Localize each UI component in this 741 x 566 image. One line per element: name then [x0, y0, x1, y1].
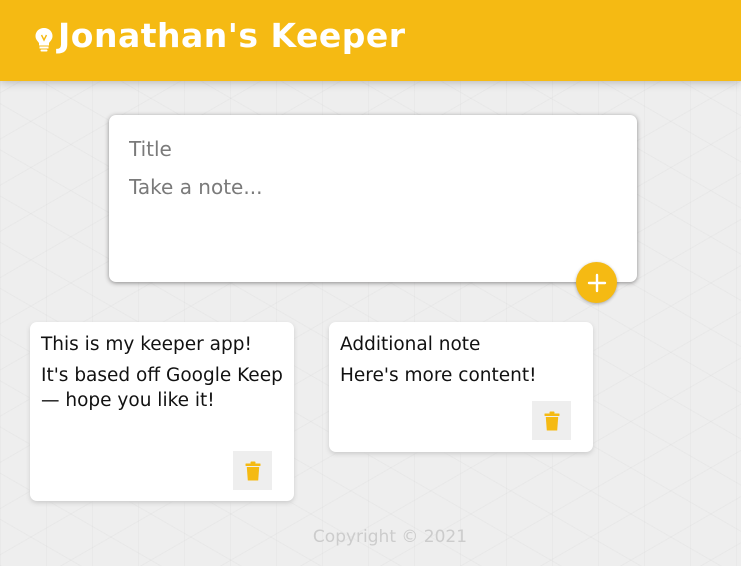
lightbulb-icon [35, 28, 53, 52]
trash-icon [544, 411, 559, 430]
copyright-text: Copyright © 2021 [312, 527, 468, 547]
create-note-form [109, 115, 637, 282]
plus-icon [587, 273, 606, 292]
note-content: Here's more content! [340, 365, 537, 386]
note-title: Additional note [340, 334, 481, 355]
delete-note-button[interactable] [532, 401, 571, 440]
note-card: Additional note Here's more content! [329, 322, 593, 452]
note-title: This is my keeper app! [41, 334, 252, 355]
note-title-input[interactable] [129, 137, 617, 161]
app-header: Jonathan's Keeper [0, 0, 741, 81]
app-title: Jonathan's Keeper [58, 16, 406, 55]
trash-icon [245, 461, 260, 480]
delete-note-button[interactable] [233, 451, 272, 490]
note-content-input[interactable] [129, 175, 617, 235]
note-card: This is my keeper app! It's based off Go… [30, 322, 294, 501]
add-note-button[interactable] [576, 262, 617, 303]
page-footer: Copyright © 2021 [0, 527, 741, 547]
note-content: It's based off Google Keep — hope you li… [41, 365, 283, 411]
